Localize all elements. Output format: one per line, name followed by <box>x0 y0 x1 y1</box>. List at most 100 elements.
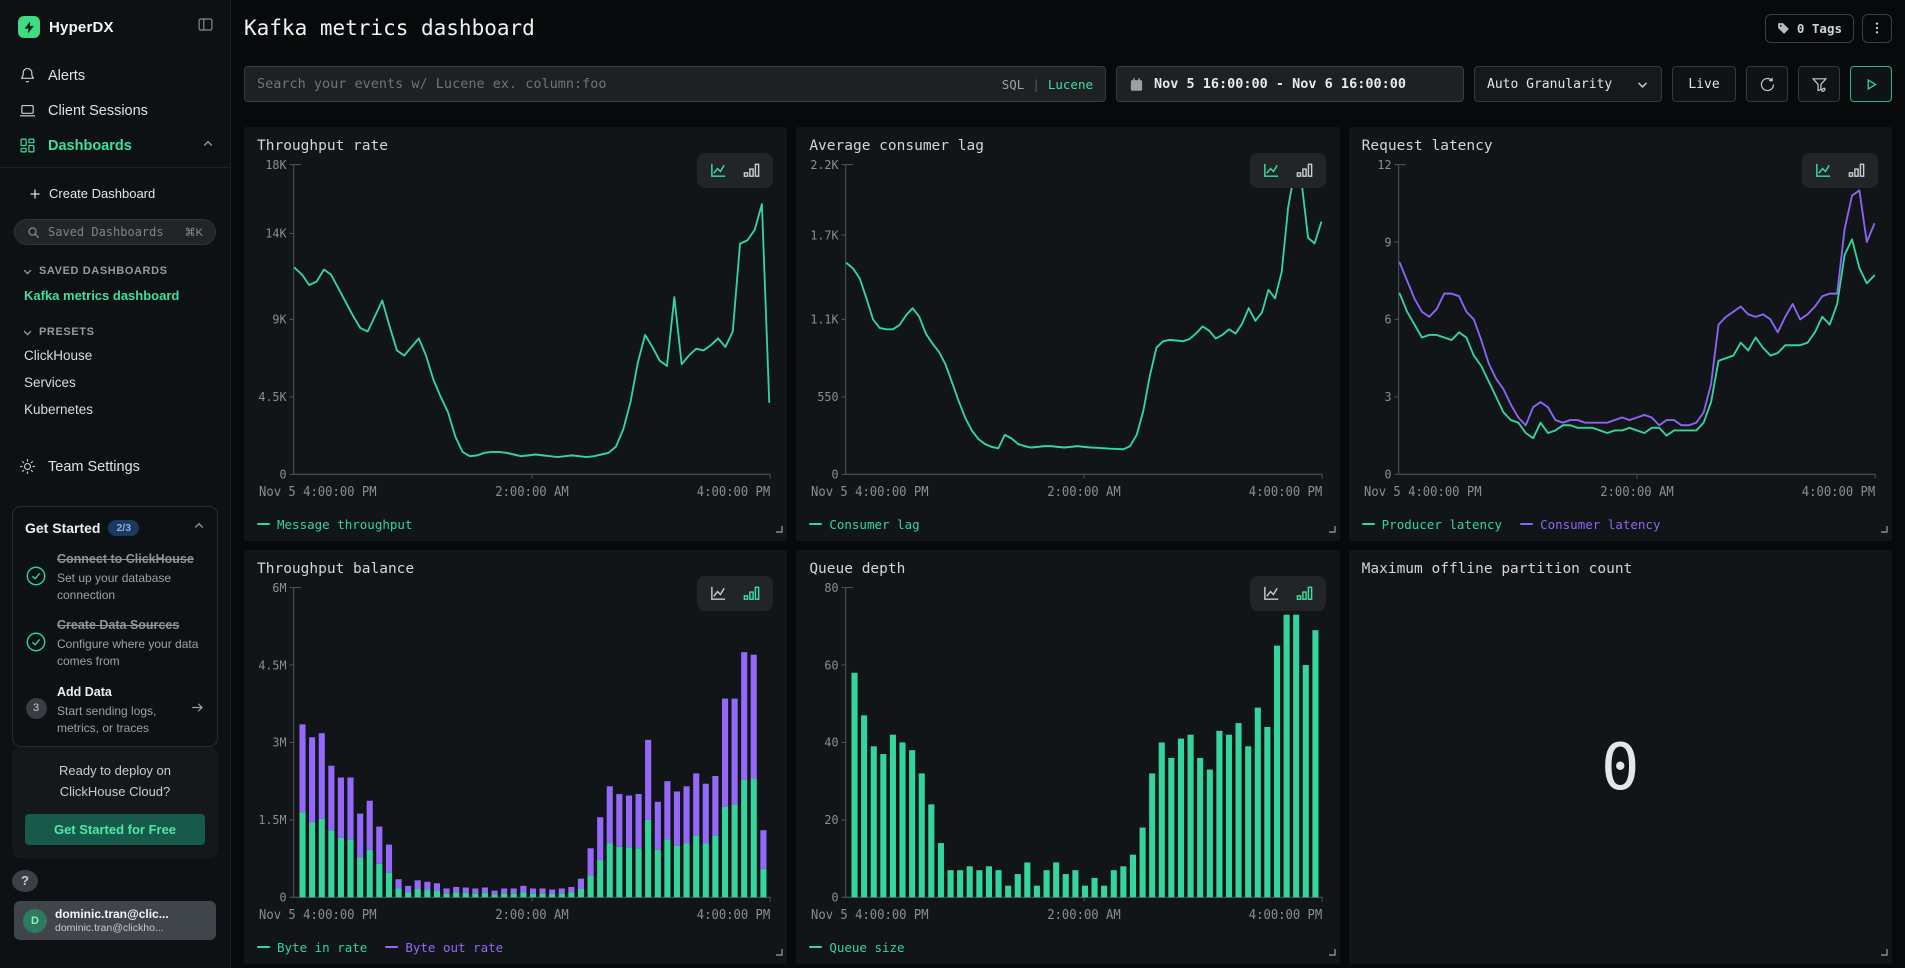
onboarding-step-add-data[interactable]: 3 Add Data Start sending logs, metrics, … <box>25 684 205 736</box>
chevron-down-icon <box>1636 78 1649 91</box>
shortcut-badge: ⌘K <box>185 226 203 239</box>
onboarding-step-sources[interactable]: Create Data Sources Configure where your… <box>25 617 205 669</box>
refresh-icon <box>1759 76 1776 93</box>
presets-section[interactable]: PRESETS <box>0 310 230 342</box>
svg-text:4.5K: 4.5K <box>258 390 287 404</box>
sidebar-item-kubernetes[interactable]: Kubernetes <box>0 396 230 423</box>
chart-plot[interactable]: 6M4.5M3M1.5M0Nov 5 4:00:00 PM2:00:00 AM4… <box>257 579 774 936</box>
chart-plot[interactable]: 2.2K1.7K1.1K5500Nov 5 4:00:00 PM2:00:00 … <box>809 156 1326 513</box>
date-range-picker[interactable]: Nov 5 16:00:00 - Nov 6 16:00:00 <box>1116 66 1464 102</box>
resize-handle[interactable] <box>1326 520 1336 538</box>
chart-plot[interactable]: 18K14K9K4.5K0Nov 5 4:00:00 PM2:00:00 AM4… <box>257 156 774 513</box>
tags-button[interactable]: 0 Tags <box>1765 14 1854 43</box>
svg-text:80: 80 <box>825 581 839 595</box>
user-email: dominic.tran@clickho... <box>55 922 169 934</box>
chart-plot[interactable]: 129630Nov 5 4:00:00 PM2:00:00 AM4:00:00 … <box>1362 156 1879 513</box>
dashboard-grid: Throughput rate 18K14K9K4.5K0Nov 5 4:00:… <box>244 127 1892 964</box>
svg-text:1.7K: 1.7K <box>811 228 840 242</box>
svg-text:20: 20 <box>825 813 839 827</box>
create-dashboard-button[interactable]: Create Dashboard <box>0 168 230 207</box>
sidebar-item-dashboards[interactable]: Dashboards <box>0 128 230 163</box>
play-icon <box>1865 78 1878 91</box>
step-number-badge: 3 <box>26 698 47 719</box>
bar-view-icon[interactable] <box>742 584 761 603</box>
dashboard-icon <box>19 137 36 154</box>
metric-value: 0 <box>1362 577 1879 958</box>
live-button[interactable]: Live <box>1672 66 1736 102</box>
legend-item[interactable]: Producer latency <box>1362 517 1502 532</box>
granularity-select[interactable]: Auto Granularity <box>1474 66 1662 102</box>
chart-legend[interactable]: Queue size <box>809 936 1326 958</box>
clickhouse-cloud-promo-card: Ready to deploy on ClickHouse Cloud? Get… <box>12 747 218 857</box>
arrow-right-icon <box>190 700 205 720</box>
bar-view-icon[interactable] <box>1295 161 1314 180</box>
svg-text:2.2K: 2.2K <box>811 158 840 172</box>
bar-view-icon[interactable] <box>1847 161 1866 180</box>
get-started-card: Get Started 2/3 Connect to ClickHouse Se… <box>12 506 218 747</box>
get-started-title: Get Started <box>25 520 100 536</box>
sidebar-item-team-settings[interactable]: Team Settings <box>0 449 230 484</box>
filter-button[interactable] <box>1798 66 1840 102</box>
chart-legend[interactable]: Byte in rate Byte out rate <box>257 936 774 958</box>
resize-handle[interactable] <box>773 943 783 961</box>
chart-title: Queue depth <box>809 561 1326 577</box>
lucene-mode-button[interactable]: Lucene <box>1048 77 1093 92</box>
bar-view-icon[interactable] <box>1295 584 1314 603</box>
line-view-icon[interactable] <box>709 584 728 603</box>
chart-legend[interactable]: Producer latency Consumer latency <box>1362 513 1879 535</box>
svg-text:2:00:00 AM: 2:00:00 AM <box>1600 483 1674 498</box>
chevron-down-icon <box>22 327 33 338</box>
resize-handle[interactable] <box>1878 943 1888 961</box>
sidebar-nav: Alerts Client Sessions Dashboards <box>0 58 230 168</box>
sql-mode-button[interactable]: SQL <box>1002 77 1025 92</box>
resize-handle[interactable] <box>1878 520 1888 538</box>
legend-item[interactable]: Consumer latency <box>1520 517 1660 532</box>
svg-text:6M: 6M <box>272 581 286 595</box>
chart-type-toggle <box>697 153 773 188</box>
line-view-icon[interactable] <box>1262 584 1281 603</box>
svg-text:Nov 5 4:00:00 PM: Nov 5 4:00:00 PM <box>259 906 377 921</box>
chart-legend[interactable]: Message throughput <box>257 513 774 535</box>
chevron-up-icon[interactable] <box>193 519 205 537</box>
line-view-icon[interactable] <box>709 161 728 180</box>
svg-text:0: 0 <box>279 890 286 904</box>
get-started-free-button[interactable]: Get Started for Free <box>25 814 205 845</box>
saved-dashboards-section[interactable]: SAVED DASHBOARDS <box>0 249 230 281</box>
svg-text:550: 550 <box>818 390 839 404</box>
sidebar-item-clickhouse[interactable]: ClickHouse <box>0 342 230 369</box>
sidebar-collapse-icon[interactable] <box>197 16 214 38</box>
svg-text:4.5M: 4.5M <box>258 658 286 672</box>
svg-text:4:00:00 PM: 4:00:00 PM <box>1249 483 1323 498</box>
bar-view-icon[interactable] <box>742 161 761 180</box>
sidebar: HyperDX Alerts Client Sessions Dashboard… <box>0 0 231 968</box>
resize-handle[interactable] <box>773 520 783 538</box>
sidebar-item-alerts[interactable]: Alerts <box>0 58 230 93</box>
legend-item[interactable]: Byte out rate <box>385 940 503 955</box>
event-search-input[interactable]: Search your events w/ Lucene ex. column:… <box>244 66 1106 102</box>
chart-plot[interactable]: 806040200Nov 5 4:00:00 PM2:00:00 AM4:00:… <box>809 579 1326 936</box>
svg-text:9K: 9K <box>272 312 287 326</box>
resize-handle[interactable] <box>1326 943 1336 961</box>
onboarding-step-connect[interactable]: Connect to ClickHouse Set up your databa… <box>25 551 205 603</box>
user-menu[interactable]: D dominic.tran@clic... dominic.tran@clic… <box>14 901 216 940</box>
search-icon <box>27 226 40 239</box>
legend-item[interactable]: Byte in rate <box>257 940 367 955</box>
more-options-button[interactable] <box>1862 14 1892 43</box>
chart-legend[interactable]: Consumer lag <box>809 513 1326 535</box>
help-button[interactable]: ? <box>12 870 38 892</box>
line-view-icon[interactable] <box>1814 161 1833 180</box>
run-query-button[interactable] <box>1850 66 1892 102</box>
refresh-button[interactable] <box>1746 66 1788 102</box>
legend-item[interactable]: Queue size <box>809 940 904 955</box>
sidebar-item-services[interactable]: Services <box>0 369 230 396</box>
plus-icon <box>29 188 41 200</box>
sidebar-item-kafka-dashboard[interactable]: Kafka metrics dashboard <box>0 281 230 310</box>
legend-item[interactable]: Consumer lag <box>809 517 919 532</box>
line-view-icon[interactable] <box>1262 161 1281 180</box>
sidebar-header: HyperDX <box>0 0 230 48</box>
sidebar-item-client-sessions[interactable]: Client Sessions <box>0 93 230 128</box>
get-started-progress-badge: 2/3 <box>108 520 139 536</box>
legend-item[interactable]: Message throughput <box>257 517 412 532</box>
saved-dashboards-search-input[interactable]: Saved Dashboards ⌘K <box>14 219 216 245</box>
filter-edit-icon <box>1811 76 1828 93</box>
